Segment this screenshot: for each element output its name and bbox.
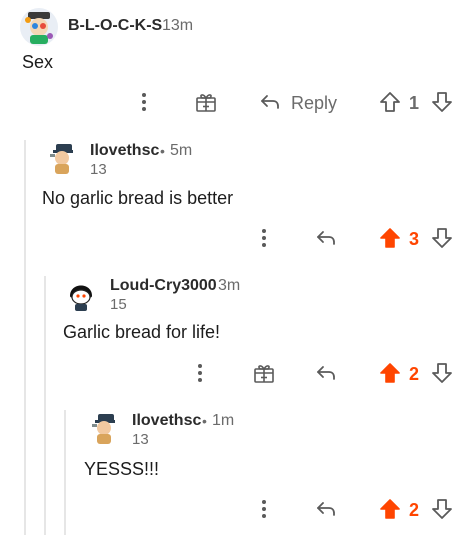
upvote-icon[interactable]	[378, 497, 402, 521]
avatar[interactable]	[86, 410, 122, 446]
thread-line-level-1[interactable]	[24, 140, 26, 535]
upvote-icon[interactable]	[378, 226, 402, 250]
separator-dot: •	[160, 143, 165, 159]
comment-age: 13m	[162, 17, 194, 34]
separator-dot: •	[202, 413, 207, 429]
user-karma: 13	[90, 161, 107, 178]
thread-line-level-3[interactable]	[64, 410, 66, 535]
username[interactable]: Loud-Cry3000	[110, 277, 217, 295]
comment-age: 3m	[218, 277, 241, 294]
gift-icon[interactable]	[252, 361, 276, 385]
upvote-icon[interactable]	[378, 361, 402, 385]
reply-button[interactable]: Reply	[291, 93, 337, 114]
username[interactable]: Ilovethsc	[90, 142, 159, 160]
comment-body: Garlic bread for life!	[63, 322, 221, 342]
comment-body: YESSS!!!	[84, 459, 160, 479]
more-vertical-icon[interactable]	[254, 497, 274, 521]
avatar[interactable]	[62, 274, 100, 312]
reply-icon[interactable]	[314, 361, 338, 385]
gift-icon[interactable]	[194, 90, 218, 114]
more-vertical-icon[interactable]	[190, 361, 210, 385]
vote-score: 1	[409, 93, 420, 113]
more-vertical-icon[interactable]	[254, 226, 274, 250]
downvote-icon[interactable]	[430, 226, 454, 250]
vote-score: 2	[409, 500, 420, 520]
comment-body: Sex	[22, 52, 54, 72]
reply-icon[interactable]	[314, 226, 338, 250]
avatar[interactable]	[20, 8, 58, 46]
comment-age: 1m	[212, 412, 235, 429]
reply-icon[interactable]	[314, 497, 338, 521]
upvote-icon[interactable]	[378, 90, 402, 114]
username[interactable]: B-L-O-C-K-S	[68, 17, 162, 35]
user-karma: 13	[132, 431, 149, 448]
downvote-icon[interactable]	[430, 361, 454, 385]
username[interactable]: Ilovethsc	[132, 412, 201, 430]
more-vertical-icon[interactable]	[134, 90, 154, 114]
avatar[interactable]	[44, 140, 80, 176]
comment-age: 5m	[170, 142, 193, 159]
vote-score: 2	[409, 364, 420, 384]
user-karma: 15	[110, 296, 127, 313]
comment-body: No garlic bread is better	[42, 188, 234, 208]
downvote-icon[interactable]	[430, 497, 454, 521]
reply-icon[interactable]	[258, 90, 282, 114]
thread-line-level-2[interactable]	[44, 276, 46, 535]
vote-score: 3	[409, 229, 420, 249]
downvote-icon[interactable]	[430, 90, 454, 114]
